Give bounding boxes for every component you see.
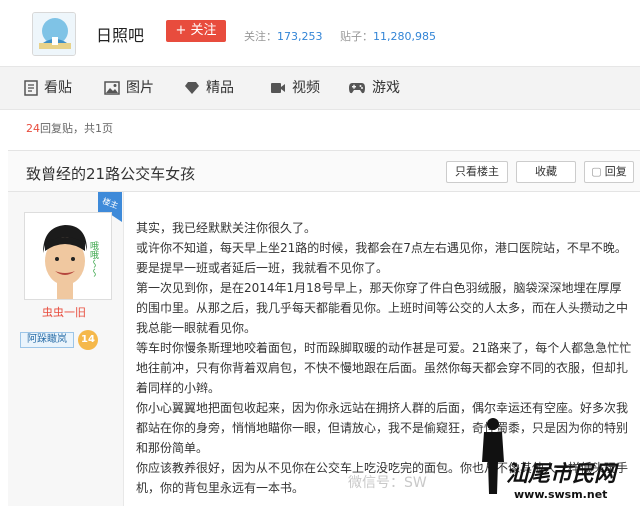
tab-videos-label: 视频 — [292, 80, 320, 96]
post-paragraph: 你小心翼翼地把面包收起来，因为你永远站在拥挤人群的后面，偶尔幸运还有空座。好多次… — [136, 401, 629, 455]
level-name: 阿跺瞰岚 — [20, 332, 74, 348]
level-badge: 14 — [78, 330, 98, 350]
forum-header: 日照吧 + 关注 关注：173,253 贴子：11,280,985 — [0, 0, 640, 64]
image-icon — [104, 81, 120, 95]
tab-videos[interactable]: 视频 — [270, 67, 320, 109]
post-paragraph: 第一次见到你，是在2014年1月18号早上，那天你穿了件白色羽绒服，脑袋深深地埋… — [136, 281, 629, 335]
post-title-bar: 致曾经的21路公交车女孩 只看楼主 收藏 ▢ 回复 — [8, 150, 640, 192]
video-icon — [271, 83, 285, 93]
page: { "header": { "forum_name": "日照吧", "foll… — [0, 0, 640, 506]
follow-button[interactable]: + 关注 — [166, 20, 226, 42]
forum-stats: 关注：173,253 贴子：11,280,985 — [244, 28, 450, 44]
followers-count: 173,253 — [277, 30, 323, 43]
favorite-button[interactable]: 收藏 — [516, 161, 576, 183]
post-paragraph: 或许你不知道，每天早上坐21路的时候，我都会在7点左右遇见你，港口医院站，不早不… — [136, 241, 627, 275]
reply-count-info: 24回复贴，共1页 — [26, 120, 113, 136]
site-watermark: 汕尾市民网 — [506, 461, 617, 487]
site-url-watermark: www.swsm.net — [514, 488, 608, 501]
reply-button[interactable]: ▢ 回复 — [584, 161, 634, 183]
followers-label: 关注： — [244, 30, 277, 43]
tab-featured-label: 精品 — [206, 80, 234, 96]
wechat-watermark: 微信号：SW — [348, 475, 427, 491]
avatar[interactable]: 哦哦～～ — [24, 212, 112, 300]
tab-bar: 看贴 图片 精品 视频 游戏 — [0, 66, 640, 110]
reply-button-label: 回复 — [604, 165, 627, 178]
gamepad-icon — [349, 83, 365, 94]
reply-count-text: 回复贴，共1页 — [40, 122, 113, 135]
forum-avatar[interactable] — [32, 12, 76, 56]
diamond-icon — [185, 82, 199, 94]
post-paragraph: 等车时你慢条斯理地咬着面包，时而跺脚取暖的动作甚是可爱。21路来了，每个人都急急… — [136, 341, 632, 395]
tab-posts[interactable]: 看贴 — [24, 67, 72, 109]
person-silhouette-icon — [482, 418, 504, 494]
tab-posts-label: 看贴 — [44, 80, 72, 96]
tab-games-label: 游戏 — [372, 80, 400, 96]
posts-label: 贴子： — [340, 30, 373, 43]
author-name[interactable]: 虫虫一旧 — [42, 304, 86, 320]
forum-name[interactable]: 日照吧 — [96, 22, 144, 46]
reply-count: 24 — [26, 122, 40, 135]
avatar-text: 哦哦～～ — [88, 240, 99, 277]
only-op-button[interactable]: 只看楼主 — [446, 161, 508, 183]
tab-images-label: 图片 — [126, 80, 154, 96]
comment-icon: ▢ — [591, 165, 602, 178]
post-title: 致曾经的21路公交车女孩 — [26, 165, 196, 183]
author-level: 阿跺瞰岚 14 — [20, 330, 104, 350]
posts-count: 11,280,985 — [373, 30, 436, 43]
post-paragraph: 其实，我已经默默关注你很久了。 — [136, 221, 317, 235]
tab-games[interactable]: 游戏 — [348, 67, 400, 109]
document-icon — [24, 80, 38, 96]
tab-images[interactable]: 图片 — [104, 67, 154, 109]
tab-featured[interactable]: 精品 — [184, 67, 234, 109]
